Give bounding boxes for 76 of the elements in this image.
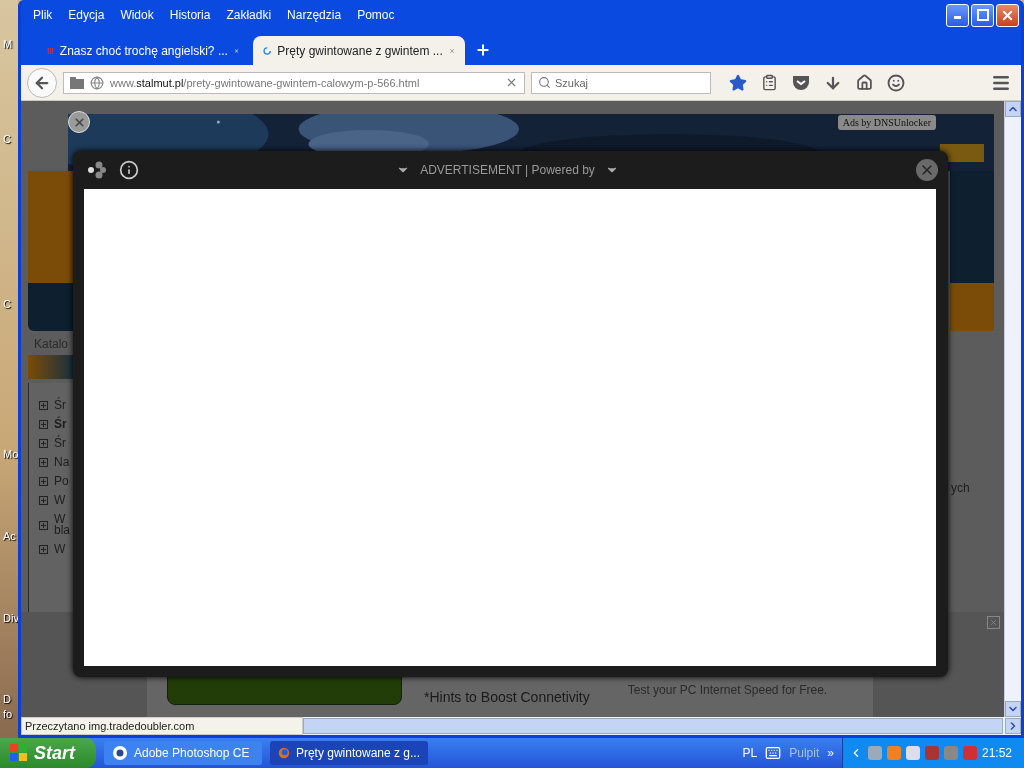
tray-icon[interactable] — [905, 746, 920, 760]
taskbar-button[interactable]: Pręty gwintowane z g... — [270, 741, 428, 765]
minimize-button[interactable] — [946, 3, 969, 27]
menu-item[interactable]: Plik — [25, 8, 61, 22]
menu-item[interactable]: Edycja — [60, 8, 113, 22]
ad-label: Ads by DNSUnlocker — [837, 115, 936, 130]
toolbar-label[interactable]: Pulpit — [789, 746, 820, 760]
expand-icon[interactable] — [39, 439, 48, 448]
expand-icon[interactable] — [39, 477, 48, 486]
desktop-icon-label[interactable]: Mo — [3, 448, 18, 460]
ad-tagline: Test your PC Internet Speed for Free. — [627, 683, 828, 697]
globe-icon — [90, 75, 104, 90]
clock: 21:52 — [981, 746, 1012, 760]
clipboard-icon[interactable] — [761, 74, 778, 91]
clear-icon[interactable] — [505, 76, 518, 89]
category-link[interactable]: W bla — [54, 514, 70, 536]
category-link[interactable]: Na — [54, 457, 70, 468]
flag-icon — [10, 744, 28, 762]
info-icon[interactable] — [119, 160, 139, 180]
maximize-button[interactable] — [971, 3, 994, 27]
menu-item[interactable]: Zakładki — [218, 8, 280, 22]
search-placeholder: Szukaj — [555, 76, 589, 89]
scroll-down-button[interactable] — [1005, 701, 1021, 717]
star-icon[interactable] — [729, 73, 747, 92]
banner-panel — [950, 283, 994, 331]
browser-tab[interactable]: Pręty gwintowane z gwintem ... — [253, 36, 465, 65]
menu-item[interactable]: Narzędzia — [279, 8, 350, 22]
expand-icon[interactable] — [39, 496, 48, 505]
share-icon[interactable] — [87, 160, 107, 180]
home-icon[interactable] — [856, 74, 873, 91]
category-link[interactable]: W — [54, 544, 66, 555]
search-icon — [538, 76, 551, 89]
modal-title: ADVERTISEMENT | Powered by — [420, 163, 595, 177]
close-icon — [72, 115, 86, 129]
toolbar-chevron[interactable]: » — [827, 746, 834, 760]
language-indicator[interactable]: PL — [742, 746, 758, 760]
expand-icon[interactable] — [39, 520, 48, 530]
scroll-up-button[interactable] — [1005, 101, 1021, 117]
menu-item[interactable]: Pomoc — [349, 8, 403, 22]
status-text: Przeczytano img.tradedoubler.com — [21, 717, 303, 735]
pocket-icon[interactable] — [792, 74, 810, 91]
new-tab-icon[interactable] — [475, 42, 491, 58]
close-button[interactable] — [916, 159, 938, 181]
search-field[interactable]: Szukaj — [531, 71, 711, 94]
maximize-icon — [976, 9, 989, 21]
category-banner — [28, 355, 73, 379]
ad-hint-text: *Hints to Boost Connetivity — [424, 689, 590, 705]
horizontal-scrollbar[interactable] — [303, 717, 1021, 735]
category-link[interactable]: Po — [54, 476, 69, 487]
keyboard-icon[interactable] — [765, 745, 782, 761]
back-button[interactable] — [27, 67, 57, 98]
vertical-scrollbar[interactable] — [1004, 101, 1021, 717]
expand-icon[interactable] — [39, 401, 48, 410]
expand-icon[interactable] — [39, 545, 48, 554]
globe-icon — [278, 745, 290, 761]
scroll-right-button[interactable] — [1005, 718, 1021, 734]
eye-icon — [112, 745, 128, 761]
expand-icon[interactable] — [39, 420, 48, 429]
desktop-icon-label[interactable]: Div — [3, 612, 18, 624]
close-icon — [989, 618, 998, 627]
start-button[interactable]: Start — [0, 738, 96, 768]
category-link[interactable]: W — [54, 495, 66, 506]
menu-item[interactable]: Historia — [161, 8, 219, 22]
desktop-icon-label[interactable]: D — [3, 693, 11, 705]
close-button[interactable] — [996, 3, 1019, 27]
page-text: ych — [951, 481, 971, 495]
address-field[interactable]: www.stalmut.pl/prety-gwintowane-gwintem-calowym-p-566.html — [63, 71, 525, 94]
menu-item[interactable]: Widok — [112, 8, 162, 22]
desktop-icon-label[interactable]: fo — [3, 708, 13, 720]
taskbar-button[interactable]: Adobe Photoshop CE — [104, 741, 262, 765]
desktop-icon-label[interactable]: C — [3, 298, 11, 310]
expand-icon[interactable] — [39, 458, 48, 467]
smiley-icon[interactable] — [887, 73, 905, 92]
desktop-icon-label[interactable]: Ac — [3, 530, 16, 542]
folder-icon — [70, 76, 84, 89]
browser-tab[interactable]: Znasz choć trochę angielski? ... — [37, 36, 249, 65]
